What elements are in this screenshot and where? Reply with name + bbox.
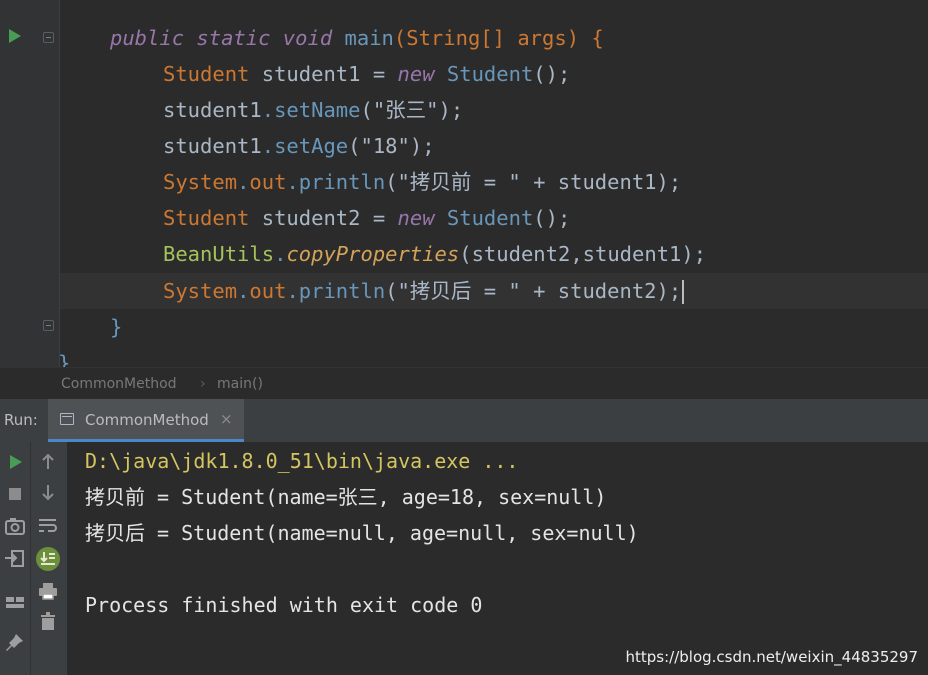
object-ref: student1 bbox=[163, 134, 262, 158]
fold-marker-icon[interactable] bbox=[43, 32, 54, 43]
method-name: main bbox=[344, 26, 394, 50]
expression-rest: + student2); bbox=[520, 279, 682, 303]
breadcrumb-separator: › bbox=[200, 376, 206, 392]
field-ref: out bbox=[249, 279, 287, 303]
run-tool-window-header: Run: CommonMethod × bbox=[0, 399, 928, 443]
dot: . bbox=[286, 279, 299, 303]
dot: . bbox=[237, 170, 250, 194]
statement-end: ); bbox=[409, 134, 435, 158]
login-icon[interactable] bbox=[2, 548, 28, 568]
string-literal: "拷贝后 = " bbox=[397, 279, 521, 303]
layout-icon[interactable] bbox=[2, 592, 28, 612]
method-call: println bbox=[298, 170, 386, 194]
close-icon[interactable]: × bbox=[220, 410, 233, 428]
constructor-name: Student bbox=[446, 62, 534, 86]
soft-wrap-icon[interactable] bbox=[35, 515, 61, 535]
class-name: BeanUtils bbox=[163, 242, 275, 266]
paren-brace: ) { bbox=[566, 26, 604, 50]
param-name: args bbox=[517, 26, 567, 50]
scroll-to-end-icon[interactable] bbox=[34, 546, 60, 572]
static-method-call: copyProperties bbox=[286, 242, 460, 266]
run-icon[interactable] bbox=[2, 452, 28, 472]
new-keyword: new bbox=[397, 206, 435, 230]
breadcrumb: CommonMethod › main() bbox=[0, 367, 928, 400]
console-line: 拷贝前 = Student(name=张三, age=18, sex=null) bbox=[85, 485, 607, 509]
object-ref: student1 bbox=[163, 98, 262, 122]
code-line-2[interactable]: Student student1 = new Student(); bbox=[163, 56, 570, 92]
method-call: println bbox=[298, 279, 386, 303]
camera-icon[interactable] bbox=[2, 516, 28, 536]
text-caret bbox=[682, 280, 685, 304]
dot: . bbox=[274, 242, 287, 266]
call-args: (student2,student1); bbox=[459, 242, 707, 266]
pin-icon[interactable] bbox=[2, 632, 28, 652]
arrow-down-icon[interactable] bbox=[35, 483, 61, 503]
statement-end: (); bbox=[533, 206, 571, 230]
code-editor[interactable]: public static void main(String[] args) {… bbox=[0, 0, 928, 367]
console-line-exit: Process finished with exit code 0 bbox=[85, 593, 483, 617]
breadcrumb-item-class[interactable]: CommonMethod bbox=[61, 376, 177, 392]
print-icon[interactable] bbox=[35, 581, 61, 601]
array-brackets: [] bbox=[480, 26, 518, 50]
class-name: System bbox=[163, 279, 238, 303]
trash-icon[interactable] bbox=[35, 611, 61, 631]
dot: . bbox=[261, 134, 275, 158]
console-icon bbox=[60, 413, 74, 425]
code-line-8[interactable]: System.out.println("拷贝后 = " + student2); bbox=[163, 273, 685, 309]
run-label: Run: bbox=[4, 411, 38, 429]
expression-rest: + student1); bbox=[520, 170, 682, 194]
paren: ( bbox=[393, 26, 407, 50]
breadcrumb-item-method[interactable]: main() bbox=[217, 376, 263, 392]
stop-icon[interactable] bbox=[2, 484, 28, 504]
method-call: setAge bbox=[274, 134, 349, 158]
code-line-9[interactable]: } bbox=[110, 309, 122, 345]
variable-decl: student1 = bbox=[249, 62, 398, 86]
statement-end: ); bbox=[438, 98, 464, 122]
paren: ( bbox=[385, 279, 398, 303]
method-call: setName bbox=[274, 98, 361, 122]
code-line-1[interactable]: public static void main(String[] args) { bbox=[110, 20, 604, 56]
editor-gutter bbox=[0, 0, 60, 367]
class-name: Student bbox=[163, 206, 250, 230]
paren: ( bbox=[348, 134, 361, 158]
fold-marker-icon[interactable] bbox=[43, 320, 54, 331]
modifiers: public static void bbox=[110, 26, 333, 50]
variable-decl: student2 = bbox=[249, 206, 398, 230]
dot: . bbox=[237, 279, 250, 303]
run-main-icon[interactable] bbox=[9, 29, 21, 43]
constructor-name: Student bbox=[446, 206, 534, 230]
run-tab-label: CommonMethod bbox=[85, 411, 209, 429]
console-output[interactable]: D:\java\jdk1.8.0_51\bin\java.exe ... 拷贝前… bbox=[67, 442, 928, 675]
watermark-url: https://blog.csdn.net/weixin_44835297 bbox=[625, 648, 918, 666]
paren: ( bbox=[360, 98, 373, 122]
run-tab-commonmethod[interactable]: CommonMethod × bbox=[48, 399, 244, 442]
console-line: 拷贝后 = Student(name=null, age=null, sex=n… bbox=[85, 521, 639, 545]
string-literal: "张三" bbox=[372, 98, 439, 122]
type-name: String bbox=[406, 26, 481, 50]
gutter-separator bbox=[59, 0, 60, 367]
code-line-5[interactable]: System.out.println("拷贝前 = " + student1); bbox=[163, 164, 681, 200]
dot: . bbox=[261, 98, 275, 122]
statement-end: (); bbox=[533, 62, 571, 86]
new-keyword: new bbox=[397, 62, 435, 86]
string-literal: "18" bbox=[360, 134, 410, 158]
dot: . bbox=[286, 170, 299, 194]
code-line-10[interactable]: } bbox=[58, 345, 70, 367]
arrow-up-icon[interactable] bbox=[35, 451, 61, 471]
paren: ( bbox=[385, 170, 398, 194]
run-toolbar-right bbox=[31, 442, 67, 675]
class-name: System bbox=[163, 170, 238, 194]
field-ref: out bbox=[249, 170, 287, 194]
run-toolbar-left bbox=[0, 442, 31, 675]
string-literal: "拷贝前 = " bbox=[397, 170, 521, 194]
code-line-4[interactable]: student1.setAge("18"); bbox=[163, 128, 435, 164]
console-line-command: D:\java\jdk1.8.0_51\bin\java.exe ... bbox=[85, 449, 519, 473]
code-line-3[interactable]: student1.setName("张三"); bbox=[163, 92, 463, 128]
class-name: Student bbox=[163, 62, 250, 86]
code-line-6[interactable]: Student student2 = new Student(); bbox=[163, 200, 570, 236]
code-line-7[interactable]: BeanUtils.copyProperties(student2,studen… bbox=[163, 236, 706, 272]
